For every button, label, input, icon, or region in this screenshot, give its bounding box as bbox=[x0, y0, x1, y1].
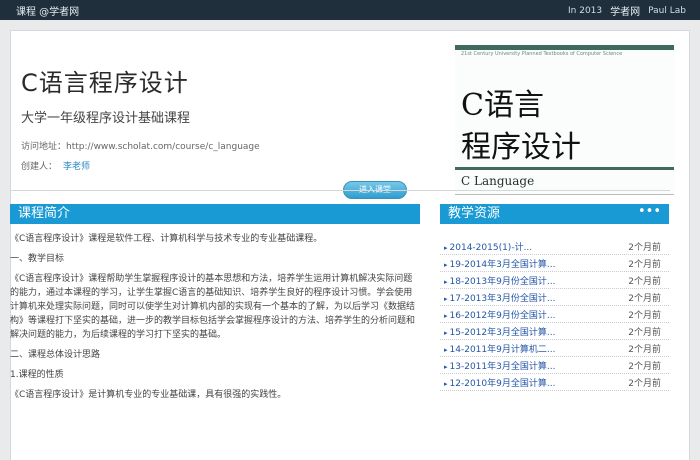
resource-item: 15-2012年3月全国计算... 2个月前 bbox=[440, 323, 669, 340]
resource-link[interactable]: 2014-2015(1)-计... bbox=[444, 240, 533, 253]
course-cover-image: 21st Century University Planned Textbook… bbox=[455, 45, 674, 195]
resource-time: 2个月前 bbox=[628, 379, 661, 389]
resource-link[interactable]: 17-2013年3月份全国计... bbox=[444, 291, 556, 304]
intro-paragraph: 《C语言程序设计》课程帮助学生掌握程序设计的基本思想和方法，培养学生运用计算机解… bbox=[10, 274, 416, 340]
resource-item: 13-2011年3月全国计算... 2个月前 bbox=[440, 357, 669, 374]
resource-item: 2014-2015(1)-计... 2个月前 bbox=[440, 238, 669, 255]
resource-time: 2个月前 bbox=[628, 277, 661, 287]
intro-paragraph: 二、课程总体设计思路 bbox=[10, 350, 101, 360]
top-navbar: 课程 @学者网 In 2013 学者网 Paul Lab bbox=[0, 0, 700, 20]
course-author: 创建人： 李老师 bbox=[21, 159, 90, 172]
resource-time: 2个月前 bbox=[628, 243, 661, 253]
author-link[interactable]: 李老师 bbox=[63, 162, 90, 172]
resource-link[interactable]: 12-2010年9月全国计算... bbox=[444, 376, 556, 389]
resource-list: 2014-2015(1)-计... 2个月前 19-2014年3月全国计算... 2… bbox=[440, 238, 669, 391]
resources-section-header: 教学资源 ••• bbox=[440, 204, 669, 224]
resource-time: 2个月前 bbox=[628, 362, 661, 372]
intro-section-header: 课程简介 bbox=[10, 204, 420, 224]
resource-link[interactable]: 19-2014年3月全国计算... bbox=[444, 257, 556, 270]
intro-paragraph: 《C语言程序设计》课程是软件工程、计算机科学与技术专业的专业基础课程。 bbox=[10, 234, 323, 244]
course-introduction: 《C语言程序设计》课程是软件工程、计算机科学与技术专业的专业基础课程。 一、教学… bbox=[10, 232, 420, 408]
resource-link[interactable]: 15-2012年3月全国计算... bbox=[444, 325, 556, 338]
resource-time: 2个月前 bbox=[628, 311, 661, 321]
intro-paragraph: 一、教学目标 bbox=[10, 254, 65, 264]
top-nav-right: In 2013 学者网 Paul Lab bbox=[568, 3, 686, 19]
resources-heading: 教学资源 bbox=[448, 206, 501, 221]
intro-paragraph: 《C语言程序设计》是计算机专业的专业基础课，具有很强的实践性。 bbox=[10, 390, 287, 400]
author-label: 创建人： bbox=[21, 162, 58, 172]
scholat-link[interactable]: 学者网 bbox=[610, 3, 640, 18]
resource-link[interactable]: 16-2012年9月份全国计... bbox=[444, 308, 556, 321]
resource-item: 12-2010年9月全国计算... 2个月前 bbox=[440, 374, 669, 391]
resource-item: 17-2013年3月份全国计... 2个月前 bbox=[440, 289, 669, 306]
resource-link[interactable]: 13-2011年3月全国计算... bbox=[444, 359, 556, 372]
resource-link[interactable]: 14-2011年9月计算机二... bbox=[444, 342, 556, 355]
intro-paragraph: 1.课程的性质 bbox=[10, 370, 64, 380]
section-divider bbox=[10, 190, 670, 191]
year-menu[interactable]: In 2013 bbox=[568, 6, 602, 16]
resource-item: 16-2012年9月份全国计... 2个月前 bbox=[440, 306, 669, 323]
cover-title-line1: C语言 bbox=[461, 88, 544, 123]
course-header: C语言程序设计 大学一年级程序设计基础课程 访问地址：http://www.sc… bbox=[11, 31, 691, 223]
resource-item: 18-2013年9月份全国计... 2个月前 bbox=[440, 272, 669, 289]
user-login-link[interactable]: Paul Lab bbox=[648, 6, 686, 16]
cover-rule bbox=[455, 167, 674, 170]
site-brand[interactable]: 课程 @学者网 bbox=[16, 3, 79, 18]
resource-link[interactable]: 18-2013年9月份全国计... bbox=[444, 274, 556, 287]
course-title: C语言程序设计 bbox=[21, 69, 189, 97]
resource-item: 19-2014年3月全国计算... 2个月前 bbox=[440, 255, 669, 272]
more-resources-icon[interactable]: ••• bbox=[638, 202, 661, 222]
course-url: 访问地址：http://www.scholat.com/course/c_lan… bbox=[21, 142, 260, 152]
cover-english-title: C Language bbox=[461, 174, 535, 188]
resource-time: 2个月前 bbox=[628, 345, 661, 355]
resource-time: 2个月前 bbox=[628, 294, 661, 304]
course-subtitle: 大学一年级程序设计基础课程 bbox=[21, 111, 191, 126]
resource-time: 2个月前 bbox=[628, 328, 661, 338]
resource-time: 2个月前 bbox=[628, 260, 661, 270]
cover-series-tag: 21st Century University Planned Textbook… bbox=[461, 51, 623, 57]
resource-item: 14-2011年9月计算机二... 2个月前 bbox=[440, 340, 669, 357]
cover-title-line2: 程序设计 bbox=[461, 130, 581, 165]
